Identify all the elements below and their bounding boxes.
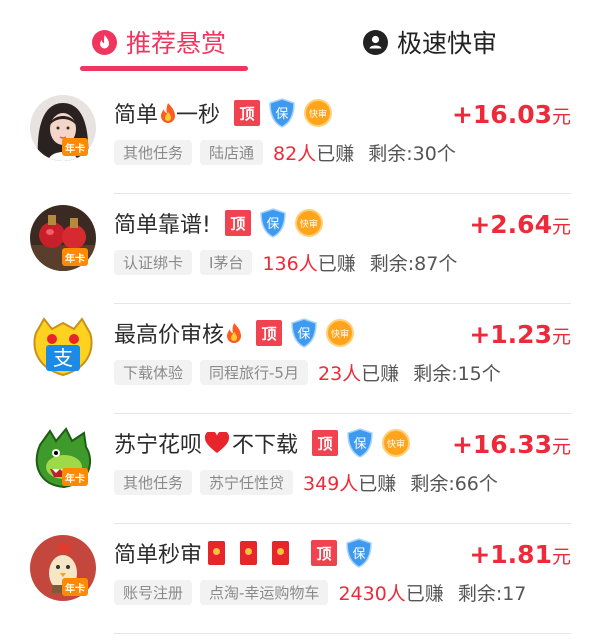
price-unit: 元 <box>551 436 571 458</box>
fire-icon <box>92 29 117 55</box>
bao-text: 保 <box>276 107 289 122</box>
top-badge: 顶 <box>311 540 338 566</box>
tab-bar: 推荐悬赏 极速快审 <box>0 0 589 84</box>
app-tag: 点淘-幸运购物车 <box>200 579 329 605</box>
red-envelope-icon <box>272 541 290 565</box>
earned-label: 已赚 <box>358 472 397 495</box>
annual-card-badge: 年卡 <box>62 138 88 156</box>
earned-label: 已赚 <box>361 362 400 385</box>
category-tag: 账号注册 <box>114 579 193 605</box>
remaining-count: 剩余:15个 <box>413 362 501 385</box>
red-envelope-icon <box>208 541 226 565</box>
earned-number: 82人 <box>273 142 317 165</box>
app-tag: I茅台 <box>200 249 253 275</box>
earned-label: 已赚 <box>317 252 356 275</box>
task-row[interactable]: 支 最高价审核 顶 保 快审 +1.23元 下载体验 同程旅行-5月 23人已赚… <box>0 304 589 414</box>
earned-number: 136人 <box>262 252 318 275</box>
guarantee-shield-icon: 保 <box>269 98 295 128</box>
reward-price: +16.33元 <box>452 430 571 459</box>
earned-label: 已赚 <box>405 582 444 605</box>
tab-label: 极速快审 <box>397 29 498 58</box>
task-title-suffix: 一秒 <box>176 103 221 128</box>
app-tag: 苏宁任性贷 <box>200 469 294 495</box>
task-row[interactable]: 年卡 简单 一秒 顶 保 快审 +16.03元 其他任务 陆店通 82人已赚 剩… <box>0 84 589 194</box>
top-badge: 顶 <box>256 320 283 346</box>
annual-card-badge: 年卡 <box>62 578 88 596</box>
row-divider <box>114 633 571 634</box>
guarantee-shield-icon: 保 <box>347 428 373 458</box>
active-tab-indicator <box>80 66 248 71</box>
bao-text: 保 <box>353 547 366 562</box>
task-row[interactable]: 年卡 苏宁花呗 不下载 顶 保 快审 +16.33元 其他任务 苏宁任性贷 34… <box>0 414 589 524</box>
annual-card-badge: 年卡 <box>62 248 88 266</box>
fast-review-badge: 快审 <box>294 209 323 237</box>
price-unit: 元 <box>551 216 571 238</box>
earned-label: 已赚 <box>316 142 355 165</box>
remaining-count: 剩余:17 <box>457 582 527 605</box>
price-value: +1.81 <box>469 540 552 569</box>
task-title: 简单靠谱! <box>114 213 211 238</box>
task-title: 最高价审核 <box>114 323 225 348</box>
guarantee-shield-icon: 保 <box>346 538 372 568</box>
task-title-suffix: 不下载 <box>232 433 299 458</box>
reward-price: +1.81元 <box>469 540 571 569</box>
reward-price: +1.23元 <box>469 320 571 349</box>
task-title: 简单秒审 <box>114 543 203 568</box>
category-tag: 下载体验 <box>114 359 193 385</box>
earned-count: 136人已赚 <box>262 249 355 276</box>
price-value: +16.03 <box>451 100 552 129</box>
category-tag: 其他任务 <box>114 469 193 495</box>
remaining-count: 剩余:66个 <box>410 472 498 495</box>
top-badge: 顶 <box>312 430 339 456</box>
price-value: +1.23 <box>469 320 552 349</box>
earned-count: 23人已赚 <box>318 359 399 386</box>
price-unit: 元 <box>551 546 571 568</box>
tab-label: 推荐悬赏 <box>126 29 227 58</box>
price-value: +2.64 <box>469 210 552 239</box>
earned-count: 349人已赚 <box>303 469 396 496</box>
guarantee-shield-icon: 保 <box>260 208 286 238</box>
price-unit: 元 <box>551 106 571 128</box>
task-row[interactable]: 年卡 简单靠谱! 顶 保 快审 +2.64元 认证绑卡 I茅台 136人已赚 剩… <box>0 194 589 304</box>
annual-card-badge: 年卡 <box>62 468 88 486</box>
fast-review-badge: 快审 <box>326 319 355 347</box>
app-tag: 同程旅行-5月 <box>200 359 308 385</box>
tab-fast-review[interactable]: 极速快审 <box>363 24 497 60</box>
bao-text: 保 <box>298 327 311 342</box>
svg-text:支: 支 <box>53 346 73 370</box>
fast-review-badge: 快审 <box>304 99 333 127</box>
earned-number: 349人 <box>303 472 359 495</box>
task-row[interactable]: 年卡 简单秒审 顶 保 +1.81元 账号注册 点淘-幸运购物车 2430人已赚… <box>0 524 589 634</box>
fire-emoji-icon <box>161 103 176 123</box>
price-value: +16.33 <box>451 430 552 459</box>
fast-review-badge: 快审 <box>382 429 411 457</box>
category-tag: 其他任务 <box>114 139 193 165</box>
red-envelope-icon <box>240 541 258 565</box>
remaining-count: 剩余:30个 <box>368 142 456 165</box>
earned-number: 23人 <box>317 362 362 385</box>
avatar: 支 <box>30 315 96 381</box>
user-icon <box>363 29 388 55</box>
reward-price: +16.03元 <box>452 100 571 129</box>
bao-text: 保 <box>266 217 279 232</box>
price-unit: 元 <box>551 326 571 348</box>
app-tag: 陆店通 <box>200 139 264 165</box>
task-title: 苏宁花呗 <box>114 433 203 458</box>
guarantee-shield-icon: 保 <box>291 318 317 348</box>
top-badge: 顶 <box>224 210 251 236</box>
reward-price: +2.64元 <box>469 210 571 239</box>
earned-number: 2430人 <box>338 582 406 605</box>
earned-count: 2430人已赚 <box>338 579 443 606</box>
task-title: 简单 <box>114 103 159 128</box>
heart-emoji-icon <box>205 432 230 453</box>
category-tag: 认证绑卡 <box>114 249 193 275</box>
fire-emoji-icon <box>227 323 242 343</box>
remaining-count: 剩余:87个 <box>369 252 458 275</box>
tab-recommended-reward[interactable]: 推荐悬赏 <box>92 24 226 60</box>
bao-text: 保 <box>354 437 367 452</box>
top-badge: 顶 <box>234 100 261 126</box>
earned-count: 82人已赚 <box>273 139 354 166</box>
